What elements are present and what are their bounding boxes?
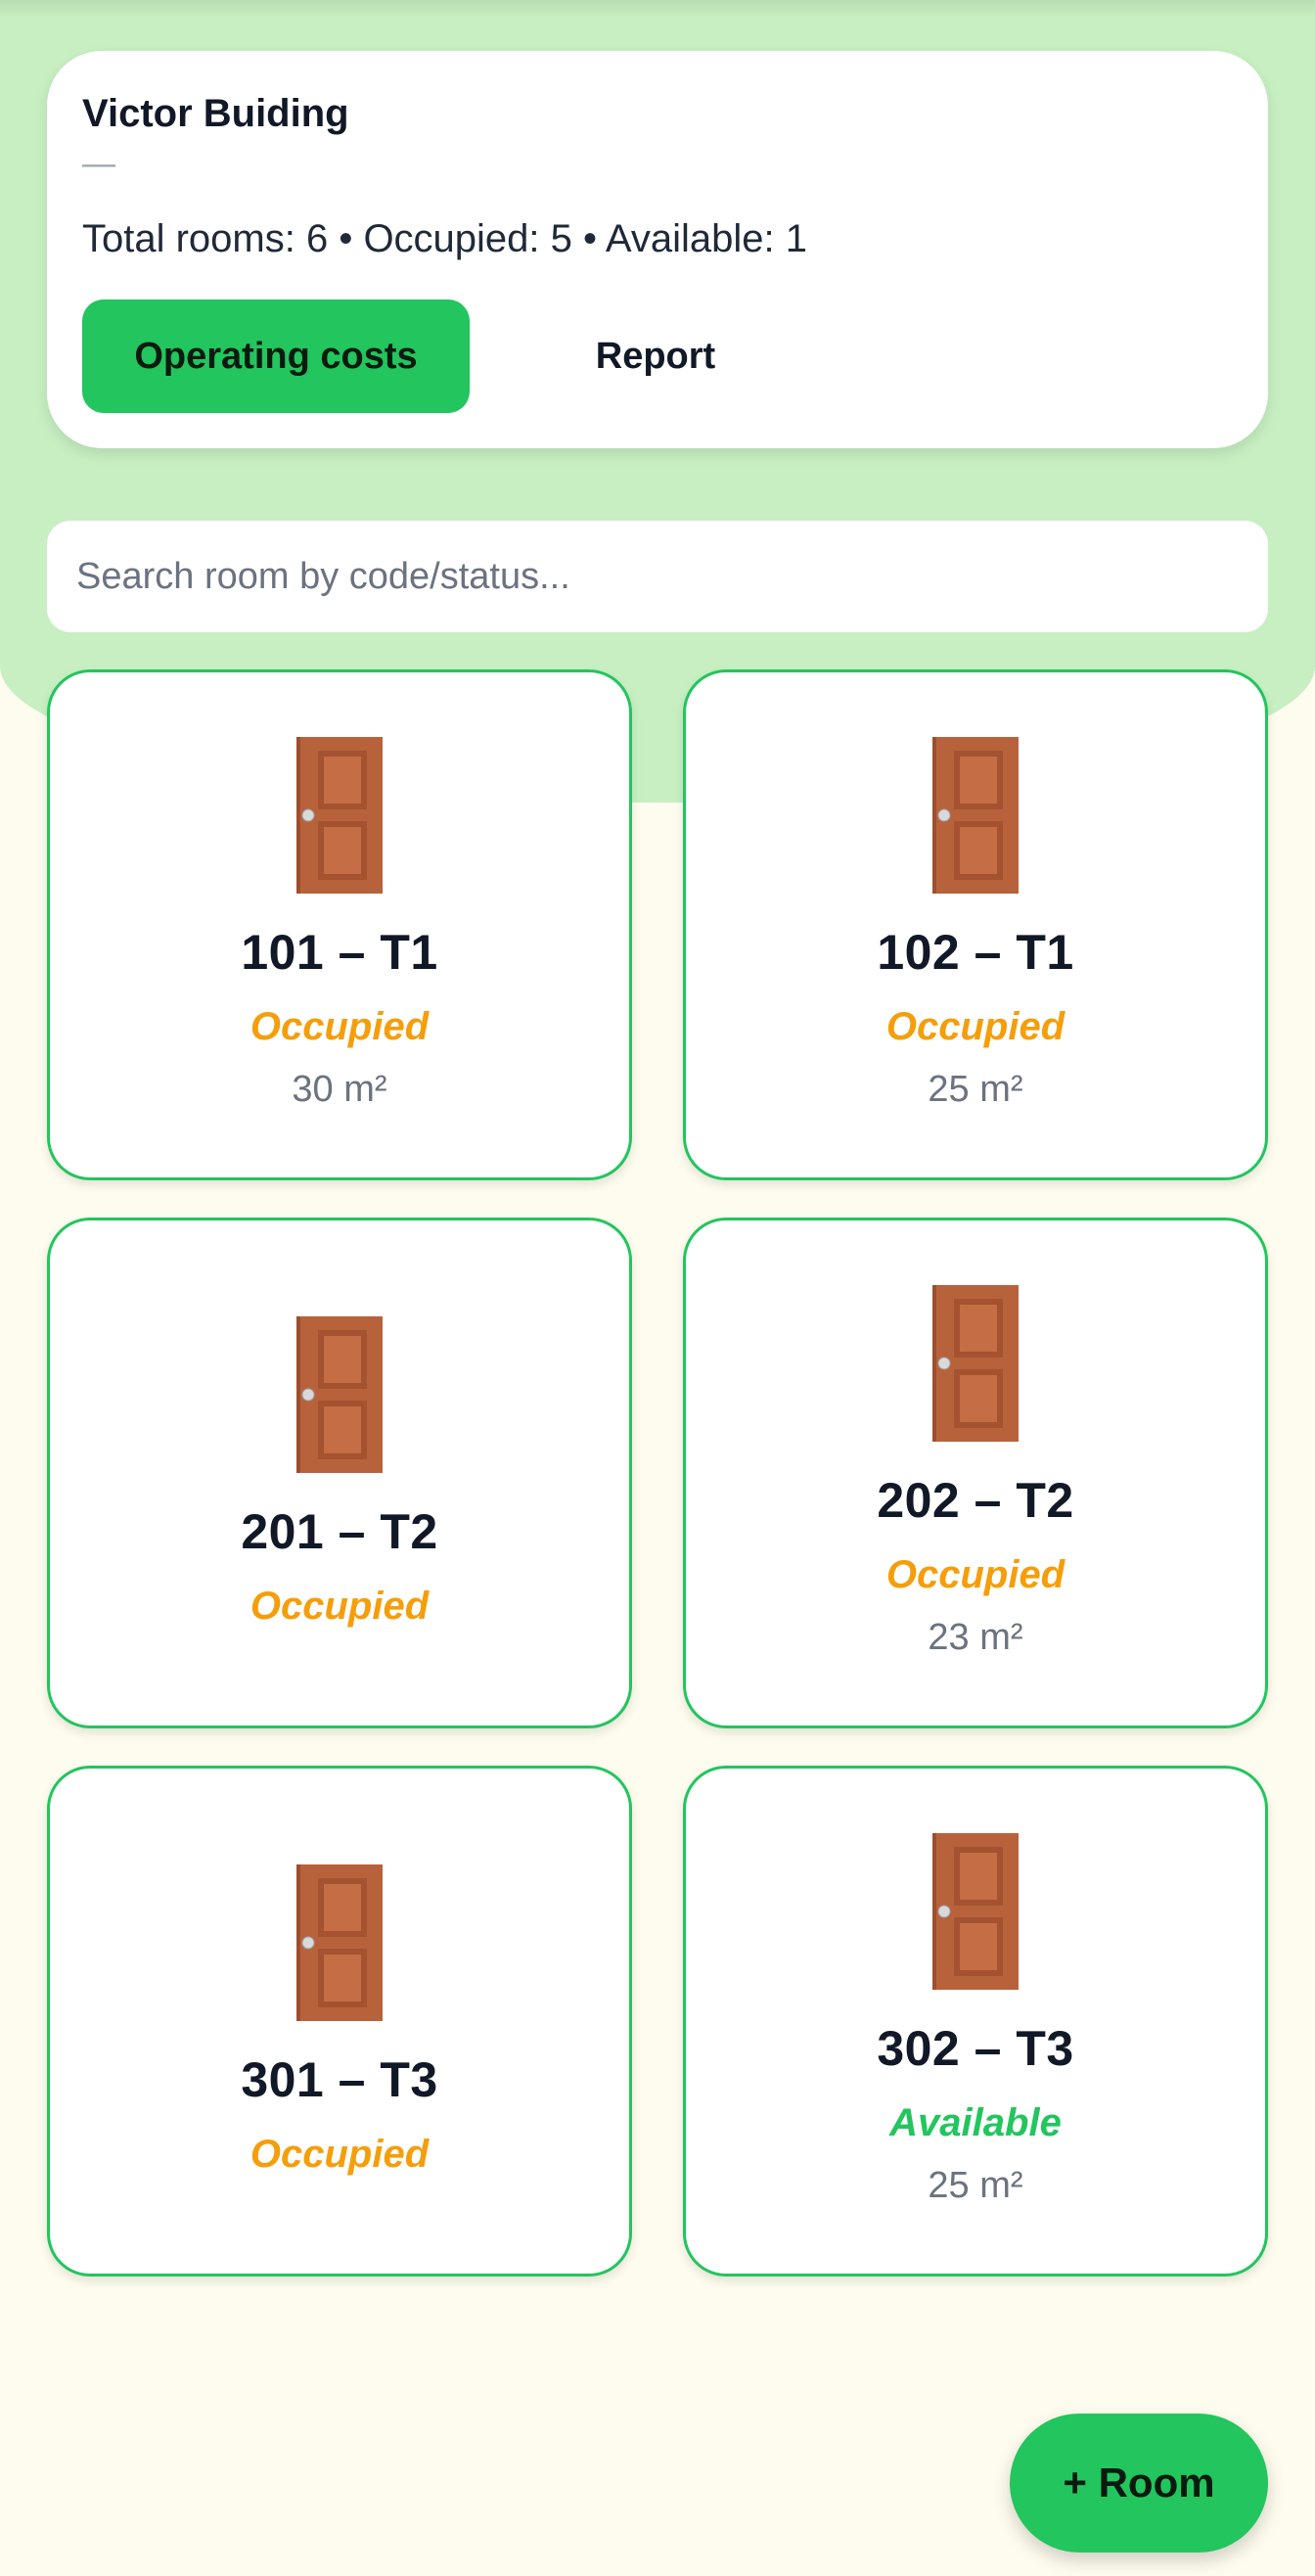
room-status: Occupied (249, 1585, 430, 1628)
search-input[interactable] (47, 521, 1268, 632)
room-summary: Total rooms: 6 • Occupied: 5 • Available… (82, 217, 807, 260)
door-icon (932, 1833, 1019, 1991)
room-area: 25 m² (928, 2165, 1023, 2207)
room-card[interactable]: 301 – T3 Occupied (47, 1766, 632, 2277)
room-code: 302 – T3 (877, 2021, 1074, 2077)
room-status: Occupied (885, 1005, 1066, 1049)
add-room-button[interactable]: + Room (1010, 2414, 1268, 2553)
room-card[interactable]: 102 – T1 Occupied 25 m² (683, 669, 1268, 1180)
building-info-card: Victor Buiding — Total rooms: 6 • Occupi… (47, 51, 1268, 448)
room-code: 201 – T2 (241, 1504, 438, 1559)
room-card[interactable]: 101 – T1 Occupied 30 m² (47, 669, 632, 1180)
room-status: Occupied (885, 1553, 1066, 1597)
room-status: Available (889, 2101, 1062, 2145)
room-code: 101 – T1 (241, 925, 438, 981)
room-code: 202 – T2 (877, 1473, 1074, 1529)
room-area: 25 m² (928, 1069, 1023, 1111)
room-card[interactable]: 202 – T2 Occupied 23 m² (683, 1218, 1268, 1728)
report-button[interactable]: Report (509, 299, 802, 413)
room-status: Occupied (249, 2133, 430, 2176)
door-icon (296, 1316, 383, 1473)
room-status: Occupied (249, 1005, 430, 1049)
room-code: 102 – T1 (877, 925, 1074, 981)
status-bar-shadow (0, 0, 1315, 18)
room-area: 30 m² (292, 1069, 387, 1111)
room-area: 23 m² (928, 1617, 1023, 1659)
operating-costs-button[interactable]: Operating costs (82, 299, 470, 413)
room-card[interactable]: 201 – T2 Occupied (47, 1218, 632, 1728)
room-card[interactable]: 302 – T3 Available 25 m² (683, 1766, 1268, 2277)
door-icon (296, 737, 383, 895)
building-name: Victor Buiding (82, 92, 349, 135)
building-subtitle: — (82, 145, 115, 182)
room-code: 301 – T3 (241, 2052, 438, 2107)
door-icon (296, 1864, 383, 2021)
door-icon (932, 737, 1019, 895)
door-icon (932, 1285, 1019, 1443)
